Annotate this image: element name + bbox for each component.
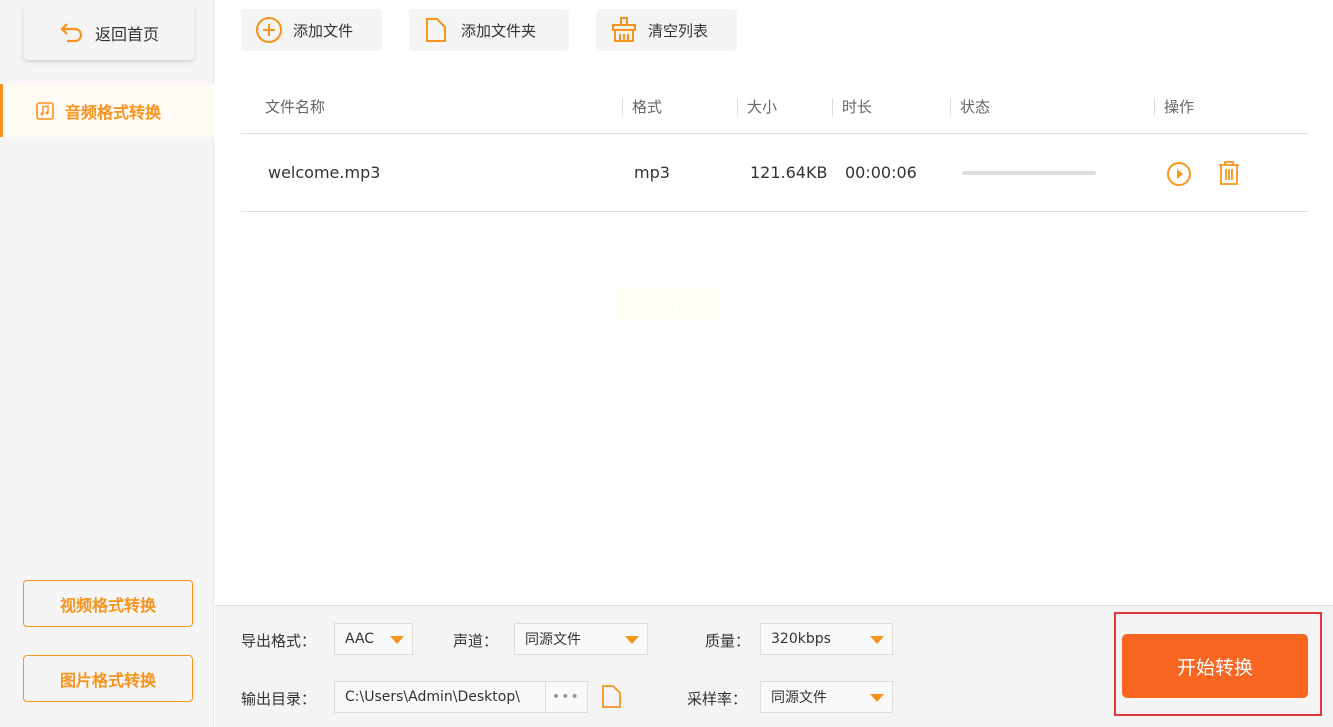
output-dir-value: C:\Users\Admin\Desktop\: [345, 689, 520, 705]
dropdown-arrow-icon: [390, 636, 404, 644]
sample-rate-value: 同源文件: [771, 690, 827, 706]
progress-bar: [962, 171, 1096, 175]
col-status: 状态: [960, 98, 991, 116]
music-file-icon: [36, 101, 54, 120]
add-file-button[interactable]: 添加文件: [241, 9, 382, 51]
quality-select[interactable]: 320kbps: [760, 623, 893, 655]
brush-icon: [612, 17, 636, 42]
col-format: 格式: [632, 98, 663, 116]
col-duration: 时长: [842, 98, 873, 116]
file-size: 121.64KB: [750, 163, 828, 182]
play-icon[interactable]: [1166, 161, 1192, 187]
sidebar-item-audio-convert[interactable]: 音频格式转换: [0, 84, 214, 137]
file-name: welcome.mp3: [268, 163, 381, 182]
col-name: 文件名称: [265, 98, 326, 116]
sidebar: 返回首页 音频格式转换 视频格式转换 图片格式转换: [0, 0, 214, 727]
back-home-label: 返回首页: [94, 25, 159, 44]
folder-icon: [426, 18, 446, 42]
col-actions: 操作: [1164, 98, 1195, 116]
format-label: 导出格式：: [241, 632, 317, 650]
sample-rate-select[interactable]: 同源文件: [760, 681, 893, 713]
channel-select[interactable]: 同源文件: [514, 623, 648, 655]
col-size: 大小: [747, 98, 778, 116]
open-folder-icon[interactable]: [600, 684, 626, 710]
file-format: mp3: [634, 163, 670, 182]
trash-icon[interactable]: [1216, 160, 1242, 186]
add-folder-label: 添加文件夹: [461, 21, 537, 40]
quality-value: 320kbps: [771, 631, 831, 647]
output-dir-input[interactable]: C:\Users\Admin\Desktop\: [334, 681, 546, 713]
clear-list-button[interactable]: 清空列表: [596, 9, 737, 51]
start-convert-button[interactable]: 开始转换: [1122, 634, 1308, 698]
sidebar-item-label: 音频格式转换: [65, 102, 162, 122]
undo-arrow-icon: [60, 23, 83, 43]
back-home-button[interactable]: 返回首页: [24, 6, 194, 60]
dropdown-arrow-icon: [870, 694, 884, 702]
dropdown-arrow-icon: [870, 636, 884, 644]
format-select[interactable]: AAC: [334, 623, 413, 655]
channel-label: 声道：: [453, 632, 499, 650]
output-dir-label: 输出目录：: [241, 690, 317, 708]
sample-rate-label: 采样率：: [687, 690, 748, 708]
video-convert-button[interactable]: 视频格式转换: [23, 580, 193, 627]
channel-value: 同源文件: [525, 632, 581, 648]
file-duration: 00:00:06: [845, 163, 917, 182]
watermark: 1765151667: [613, 289, 719, 321]
format-value: AAC: [345, 631, 375, 647]
add-file-label: 添加文件: [293, 21, 354, 40]
add-folder-button[interactable]: 添加文件夹: [409, 9, 569, 51]
clear-list-label: 清空列表: [648, 21, 709, 40]
browse-button[interactable]: •••: [545, 681, 588, 713]
plus-circle-icon: [256, 17, 282, 43]
quality-label: 质量：: [705, 632, 751, 650]
image-convert-button[interactable]: 图片格式转换: [23, 655, 193, 702]
dropdown-arrow-icon: [625, 636, 639, 644]
